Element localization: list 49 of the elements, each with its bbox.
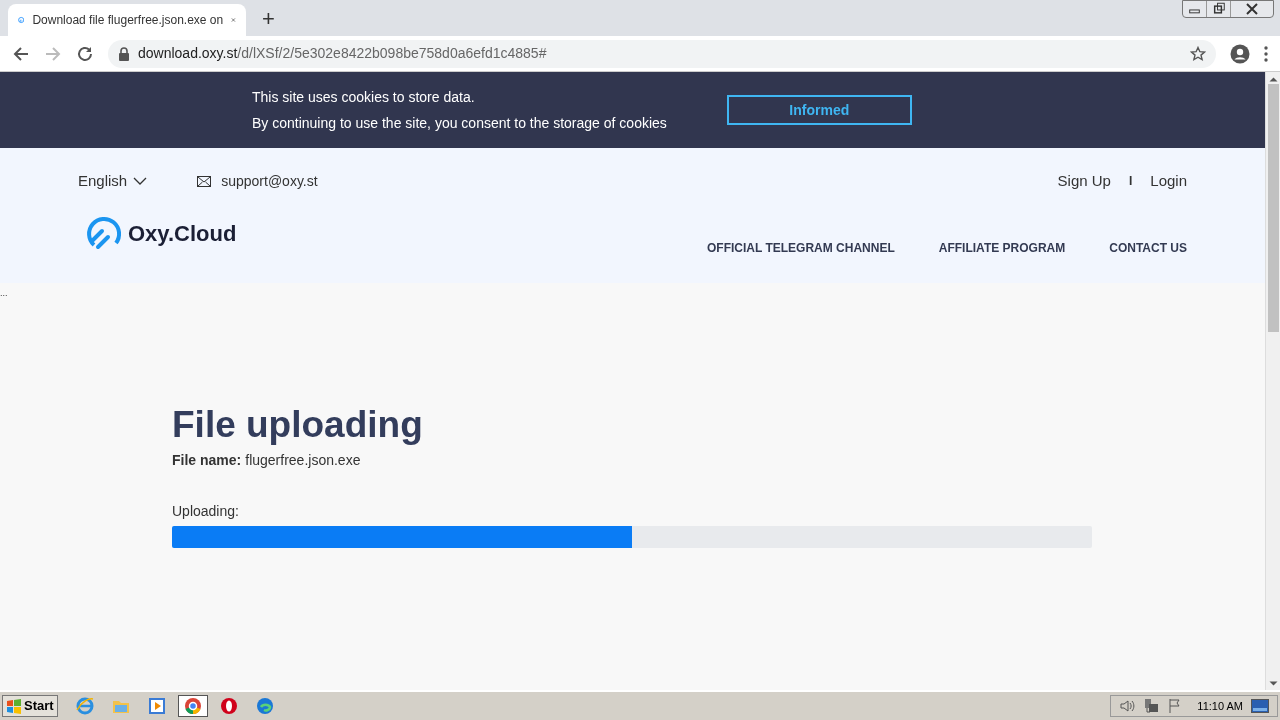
address-bar[interactable]: download.oxy.st/d/lXSf/2/5e302e8422b098be758d0a6efd1c4885#: [108, 39, 1216, 68]
chrome-icon: [183, 697, 202, 715]
scrollbar[interactable]: [1265, 72, 1280, 690]
file-name-label: File name:: [172, 451, 242, 470]
menu-icon[interactable]: [1264, 45, 1268, 62]
browser-tab[interactable]: Download file flugerfree.json.exe on: [8, 4, 246, 36]
reload-icon[interactable]: [76, 44, 94, 63]
nav-link[interactable]: OFFICIAL TELEGRAM CHANNEL: [707, 239, 895, 257]
account-icon[interactable]: [1230, 43, 1250, 64]
logo-text: Oxy.Cloud: [128, 219, 237, 248]
network-icon[interactable]: [1143, 698, 1160, 714]
cloud-logo-icon: [86, 215, 122, 251]
show-desktop-icon[interactable]: [1251, 699, 1269, 713]
cookie-notice-text: By continuing to use the site, you consent to the storage of cookies: [252, 113, 667, 133]
star-icon[interactable]: [1190, 45, 1206, 62]
scroll-thumb[interactable]: [1267, 84, 1279, 332]
start-button[interactable]: Start: [2, 695, 58, 717]
chevron-down-icon: [133, 177, 148, 185]
opera-icon: [219, 697, 238, 715]
uploading-label: Uploading:: [172, 502, 240, 521]
tab-title: Download file flugerfree.json.exe on: [32, 12, 224, 29]
page-heading: File uploading: [172, 405, 424, 445]
nav-link[interactable]: AFFILIATE PROGRAM: [938, 239, 1066, 257]
speaker-icon[interactable]: [1119, 698, 1136, 714]
taskbar-app-button[interactable]: [177, 695, 208, 717]
url-path: /d/lXSf/2/5e302e8422b098be758d0a6efd1c4885#: [237, 44, 547, 63]
nav-link[interactable]: CONTACT US: [1109, 239, 1187, 257]
play-icon: [147, 697, 166, 715]
windows-flag-icon: [6, 698, 22, 714]
ellipsis-text: ...: [0, 289, 9, 298]
edge-icon: [255, 697, 274, 715]
support-email-link[interactable]: support@oxy.st: [221, 170, 318, 192]
sign-up-link[interactable]: Sign Up: [1057, 169, 1111, 193]
file-name-text: flugerfree.json.exe: [245, 451, 361, 470]
back-arrow-icon[interactable]: [12, 44, 30, 63]
url-host: download.oxy.st: [138, 44, 238, 63]
envelope-icon: [197, 175, 212, 187]
cookie-notice-text: This site uses cookies to store data.: [252, 87, 476, 107]
ie-icon: [75, 697, 94, 715]
scroll-up-icon[interactable]: [1268, 76, 1278, 82]
separator-text: I: [1128, 173, 1133, 190]
informed-button[interactable]: Informed: [726, 95, 912, 125]
scroll-down-icon[interactable]: [1268, 681, 1278, 687]
site-logo[interactable]: Oxy.Cloud: [86, 215, 237, 251]
clock-text: 11:10 AM: [1197, 698, 1243, 714]
lock-icon: [118, 46, 130, 61]
language-dropdown[interactable]: English: [78, 169, 148, 193]
new-tab-button[interactable]: +: [262, 8, 275, 30]
login-link[interactable]: Login: [1150, 169, 1187, 193]
